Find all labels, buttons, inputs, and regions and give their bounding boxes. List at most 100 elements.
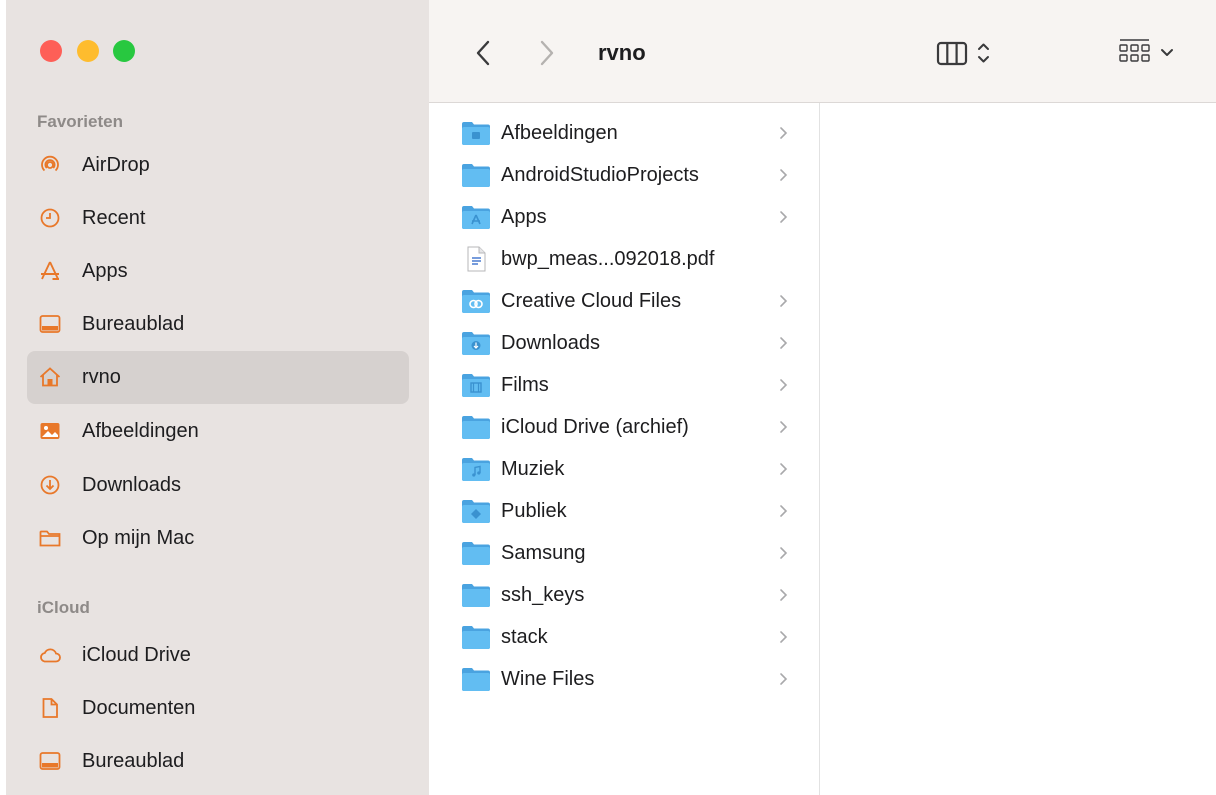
apps-icon [41, 261, 59, 280]
sidebar-item-label: Bureaublad [82, 750, 185, 772]
list-item-label: Creative Cloud Files [501, 290, 682, 312]
chevron-right-icon [780, 673, 788, 685]
sidebar-item-label: Apps [82, 260, 128, 282]
sidebar-item-downloads[interactable]: Downloads [27, 459, 409, 512]
folder-icon [462, 668, 490, 691]
list-item-label: Films [501, 374, 549, 396]
zoom-button[interactable] [113, 40, 135, 62]
chevron-right-icon [780, 421, 788, 433]
sidebar-item-apps[interactable]: Apps [27, 245, 409, 298]
chevron-updown-icon [978, 43, 989, 63]
chevron-right-icon [780, 211, 788, 223]
desktop-icon [39, 752, 61, 770]
folder-icon [462, 542, 490, 565]
list-item-publiek[interactable]: Publiek [429, 490, 819, 532]
airdrop-icon [41, 155, 59, 172]
sidebar-item-icloud-bureaublad[interactable]: Bureaublad [27, 735, 409, 788]
sidebar: Favorieten AirDrop Recent Apps Bureaubla… [0, 0, 429, 795]
list-item-label: stack [501, 626, 548, 648]
list-item-creative-cloud-files[interactable]: Creative Cloud Files [429, 280, 819, 322]
folder-photo-icon [462, 122, 490, 145]
sidebar-item-bureaublad[interactable]: Bureaublad [27, 298, 409, 351]
list-item-afbeeldingen[interactable]: Afbeeldingen [429, 112, 819, 154]
sidebar-item-icloud-drive[interactable]: iCloud Drive [27, 629, 409, 682]
forward-button[interactable] [532, 36, 560, 70]
sidebar-item-label: Afbeeldingen [82, 420, 199, 442]
section-label-favorieten: Favorieten [37, 112, 123, 131]
window-title: rvno [598, 40, 646, 65]
sidebar-item-rvno[interactable]: rvno [27, 351, 409, 404]
list-item-apps[interactable]: Apps [429, 196, 819, 238]
close-button[interactable] [40, 40, 62, 62]
chevron-right-icon [780, 547, 788, 559]
list-item-androidstudioprojects[interactable]: AndroidStudioProjects [429, 154, 819, 196]
folder-film-icon [462, 374, 490, 397]
chevron-right-icon [780, 631, 788, 643]
sidebar-item-recent[interactable]: Recent [27, 192, 409, 245]
folder-icon [462, 164, 490, 187]
list-item-label: iCloud Drive (archief) [501, 416, 689, 438]
list-item-icloud-drive-archief[interactable]: iCloud Drive (archief) [429, 406, 819, 448]
folder-icon [462, 584, 490, 607]
list-item-label: Wine Files [501, 668, 595, 690]
folder-public-icon [462, 500, 490, 523]
folder-icon [462, 416, 490, 439]
columns-view-icon [936, 41, 968, 66]
chevron-right-icon [780, 127, 788, 139]
folder-music-icon [462, 458, 490, 481]
desktop-icon [39, 315, 61, 333]
back-button[interactable] [470, 36, 498, 70]
folder-icon [462, 626, 490, 649]
chevron-down-icon [1161, 49, 1173, 56]
list-item-stack[interactable]: stack [429, 616, 819, 658]
sidebar-item-label: Documenten [82, 697, 196, 719]
list-item-label: ssh_keys [501, 584, 585, 606]
chevron-right-icon [780, 589, 788, 601]
sidebar-item-label: rvno [82, 366, 121, 388]
chevron-right-icon [780, 463, 788, 475]
list-item-label: Muziek [501, 458, 565, 480]
chevron-right-icon [780, 337, 788, 349]
view-mode-button[interactable] [935, 34, 1007, 72]
document-icon [42, 698, 58, 718]
home-icon [39, 367, 61, 387]
folder-apps-icon [462, 206, 490, 229]
list-item-label: Samsung [501, 542, 586, 564]
list-item-label: Publiek [501, 500, 567, 522]
list-item-label: Downloads [501, 332, 600, 354]
minimize-button[interactable] [77, 40, 99, 62]
empty-column [820, 103, 1216, 795]
clock-icon [40, 208, 60, 228]
folder-outline-icon [39, 530, 61, 547]
photo-icon [40, 423, 60, 439]
sidebar-item-documenten[interactable]: Documenten [27, 682, 409, 735]
pdf-document-icon [467, 246, 486, 272]
list-item-downloads[interactable]: Downloads [429, 322, 819, 364]
window-edge [0, 0, 6, 795]
list-item-muziek[interactable]: Muziek [429, 448, 819, 490]
sidebar-item-label: Recent [82, 207, 146, 229]
group-button[interactable] [1117, 34, 1189, 72]
sidebar-item-label: Downloads [82, 474, 181, 496]
finder-window: Favorieten AirDrop Recent Apps Bureaubla… [0, 0, 1216, 795]
list-item-ssh-keys[interactable]: ssh_keys [429, 574, 819, 616]
list-item-label: Afbeeldingen [501, 122, 618, 144]
list-item-label: bwp_meas...092018.pdf [501, 248, 715, 270]
sidebar-item-label: iCloud Drive [82, 644, 191, 666]
section-label-icloud: iCloud [37, 598, 90, 617]
list-item-pdf[interactable]: bwp_meas...092018.pdf [429, 238, 819, 280]
list-item-samsung[interactable]: Samsung [429, 532, 819, 574]
chevron-right-icon [780, 169, 788, 181]
list-item-films[interactable]: Films [429, 364, 819, 406]
folder-download-icon [462, 332, 490, 355]
grid-group-icon [1119, 39, 1150, 62]
file-column: Afbeeldingen AndroidStudioProjects Apps [429, 103, 820, 795]
sidebar-item-airdrop[interactable]: AirDrop [27, 139, 409, 192]
cloud-icon [40, 648, 61, 663]
list-item-wine-files[interactable]: Wine Files [429, 658, 819, 700]
sidebar-item-label: Op mijn Mac [82, 527, 195, 549]
folder-creative-cloud-icon [462, 290, 490, 313]
download-icon [40, 475, 60, 495]
sidebar-item-afbeeldingen[interactable]: Afbeeldingen [27, 405, 409, 458]
sidebar-item-op-mijn-mac[interactable]: Op mijn Mac [27, 512, 409, 565]
